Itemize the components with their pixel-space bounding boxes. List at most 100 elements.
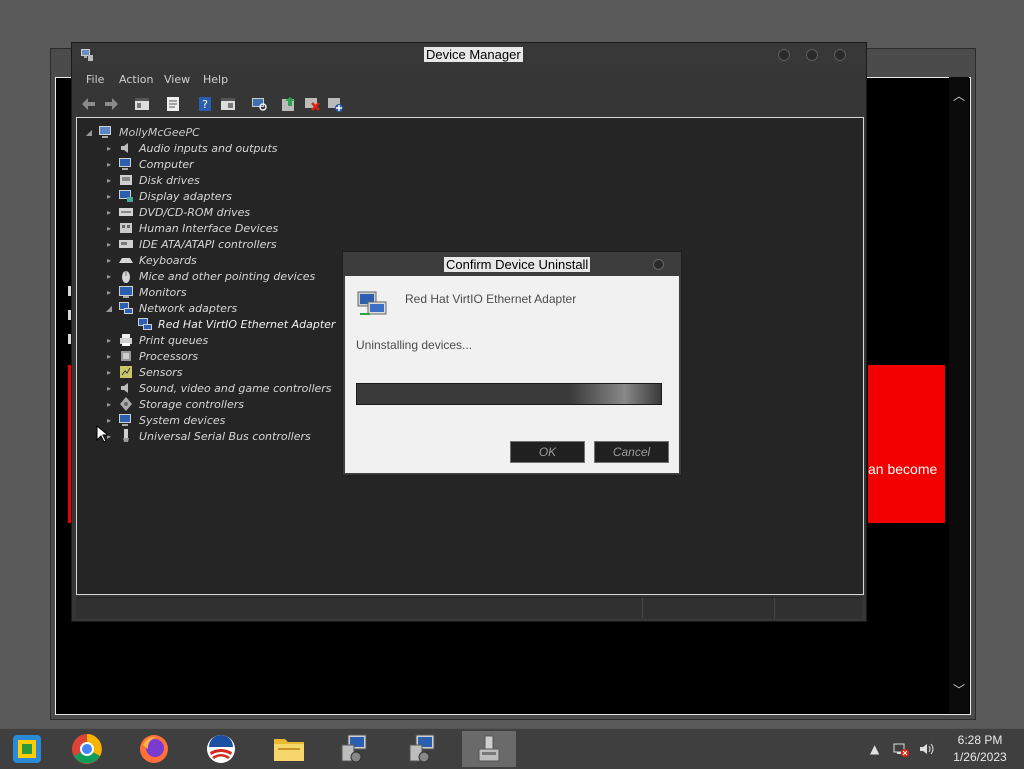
maximize-button[interactable] bbox=[806, 49, 818, 61]
ok-button[interactable]: OK bbox=[510, 441, 585, 463]
taskbar-obama-app[interactable] bbox=[194, 731, 248, 767]
expand-arrow-icon[interactable]: ▸ bbox=[103, 416, 115, 425]
expand-arrow-icon[interactable]: ▸ bbox=[103, 368, 115, 377]
expand-arrow-icon[interactable]: ▸ bbox=[103, 192, 115, 201]
dialog-title: Confirm Device Uninstall bbox=[444, 257, 591, 272]
scan-hardware-icon[interactable] bbox=[250, 95, 268, 113]
menu-view[interactable]: View bbox=[164, 73, 190, 86]
tree-item-label: Keyboards bbox=[139, 253, 197, 267]
tree-item-ide[interactable]: ▸ IDE ATA/ATAPI controllers bbox=[103, 236, 277, 252]
taskbar-chrome[interactable] bbox=[60, 731, 114, 767]
tree-item-sound[interactable]: ▸ Sound, video and game controllers bbox=[103, 380, 332, 396]
red-banner-text: an become bbox=[868, 461, 938, 477]
expand-arrow-icon[interactable]: ▸ bbox=[103, 384, 115, 393]
network-icon bbox=[119, 302, 133, 314]
system-clock[interactable]: 6:28 PM 1/26/2023 bbox=[940, 732, 1020, 766]
tree-item-mice[interactable]: ▸ Mice and other pointing devices bbox=[103, 268, 315, 284]
dialog-close-button[interactable] bbox=[653, 259, 664, 270]
tree-item-usb[interactable]: ▸ Universal Serial Bus controllers bbox=[103, 428, 311, 444]
show-hidden-icons-button[interactable]: ▲ bbox=[870, 729, 879, 769]
expand-arrow-icon[interactable]: ▸ bbox=[103, 400, 115, 409]
device-manager-icon bbox=[341, 734, 367, 763]
expand-arrow-icon[interactable]: ▸ bbox=[103, 144, 115, 153]
status-bar bbox=[76, 597, 862, 618]
help-icon[interactable]: ? bbox=[196, 95, 214, 113]
tree-item-keyboards[interactable]: ▸ Keyboards bbox=[103, 252, 197, 268]
scroll-down-icon[interactable]: ﹀ bbox=[949, 681, 969, 697]
tree-item-label: Display adapters bbox=[139, 189, 232, 203]
expand-arrow-icon[interactable]: ▸ bbox=[103, 224, 115, 233]
tree-item-hid[interactable]: ▸ Human Interface Devices bbox=[103, 220, 278, 236]
minimize-button[interactable] bbox=[778, 49, 790, 61]
speaker-icon bbox=[121, 383, 128, 393]
tree-item-system-devices[interactable]: ▸ System devices bbox=[103, 412, 225, 428]
tree-item-display-adapters[interactable]: ▸ Display adapters bbox=[103, 188, 232, 204]
forward-arrow-icon[interactable] bbox=[102, 95, 120, 113]
tree-root[interactable]: ◢ MollyMcGeePC bbox=[83, 124, 200, 140]
device-name-label: Red Hat VirtIO Ethernet Adapter bbox=[405, 292, 577, 306]
tree-item-storage[interactable]: ▸ Storage controllers bbox=[103, 396, 244, 412]
title-bar[interactable]: Device Manager bbox=[72, 43, 866, 67]
tree-item-dvd[interactable]: ▸ DVD/CD-ROM drives bbox=[103, 204, 250, 220]
tree-item-label: Universal Serial Bus controllers bbox=[139, 429, 311, 443]
expand-arrow-icon[interactable]: ▸ bbox=[103, 176, 115, 185]
collapse-arrow-icon[interactable]: ◢ bbox=[83, 128, 95, 137]
close-button[interactable] bbox=[834, 49, 846, 61]
expand-arrow-icon[interactable]: ▸ bbox=[103, 288, 115, 297]
network-error-icon bbox=[893, 743, 909, 757]
tree-item-label: Computer bbox=[139, 157, 194, 171]
menu-help[interactable]: Help bbox=[203, 73, 228, 86]
device-manager-icon bbox=[409, 734, 435, 763]
taskbar-device-manager-2[interactable] bbox=[396, 731, 450, 767]
tree-item-processors[interactable]: ▸ Processors bbox=[103, 348, 198, 364]
scroll-up-icon[interactable]: ︿ bbox=[949, 87, 969, 103]
tree-item-network-adapters[interactable]: ◢ Network adapters bbox=[103, 300, 237, 316]
cancel-button[interactable]: Cancel bbox=[594, 441, 669, 463]
usb-icon bbox=[123, 429, 129, 442]
menu-action[interactable]: Action bbox=[119, 73, 153, 86]
system-icon bbox=[119, 414, 131, 426]
expand-arrow-icon[interactable]: ▸ bbox=[103, 256, 115, 265]
console-tree-icon[interactable] bbox=[133, 95, 151, 113]
tree-item-red-hat-virtio[interactable]: Red Hat VirtIO Ethernet Adapter bbox=[122, 316, 335, 332]
ide-icon bbox=[119, 240, 133, 248]
properties-icon[interactable] bbox=[164, 95, 182, 113]
network-status[interactable] bbox=[892, 729, 910, 769]
tree-item-label: Red Hat VirtIO Ethernet Adapter bbox=[158, 317, 336, 331]
network-adapter-icon bbox=[357, 291, 387, 315]
expand-arrow-icon[interactable]: ▸ bbox=[103, 352, 115, 361]
expand-arrow-icon[interactable]: ▸ bbox=[103, 336, 115, 345]
volume-control[interactable] bbox=[918, 729, 936, 769]
add-legacy-icon[interactable] bbox=[326, 95, 344, 113]
tree-item-computer[interactable]: ▸ Computer bbox=[103, 156, 194, 172]
tree-item-label: Network adapters bbox=[139, 301, 238, 315]
taskbar-firefox[interactable] bbox=[127, 731, 181, 767]
obama-logo-icon bbox=[207, 735, 235, 763]
printer-icon bbox=[120, 334, 132, 346]
tree-item-sensors[interactable]: ▸ Sensors bbox=[103, 364, 182, 380]
tree-item-disk-drives[interactable]: ▸ Disk drives bbox=[103, 172, 200, 188]
back-arrow-icon[interactable] bbox=[80, 95, 98, 113]
menu-file[interactable]: File bbox=[86, 73, 104, 86]
expand-arrow-icon[interactable]: ▸ bbox=[103, 272, 115, 281]
vertical-scrollbar[interactable]: ︿ ﹀ bbox=[949, 77, 969, 713]
tree-item-print-queues[interactable]: ▸ Print queues bbox=[103, 332, 208, 348]
uninstall-device-icon[interactable] bbox=[303, 95, 321, 113]
tree-item-monitors[interactable]: ▸ Monitors bbox=[103, 284, 187, 300]
expand-arrow-icon[interactable]: ▸ bbox=[103, 160, 115, 169]
processor-icon bbox=[121, 351, 131, 361]
dialog-body: Red Hat VirtIO Ethernet Adapter Uninstal… bbox=[345, 276, 679, 473]
view-icon[interactable] bbox=[219, 95, 237, 113]
start-orb-icon bbox=[13, 735, 41, 763]
taskbar-uninstall-dialog[interactable] bbox=[462, 731, 516, 767]
update-driver-icon[interactable] bbox=[280, 95, 298, 113]
expand-arrow-icon[interactable]: ▸ bbox=[103, 240, 115, 249]
tree-item-audio[interactable]: ▸ Audio inputs and outputs bbox=[103, 140, 278, 156]
start-button[interactable] bbox=[0, 731, 54, 767]
disk-icon bbox=[120, 175, 132, 185]
expand-arrow-icon[interactable]: ▸ bbox=[103, 208, 115, 217]
computer-icon bbox=[119, 158, 131, 170]
collapse-arrow-icon[interactable]: ◢ bbox=[103, 304, 115, 313]
taskbar-device-manager-1[interactable] bbox=[328, 731, 382, 767]
taskbar-file-explorer[interactable] bbox=[262, 731, 316, 767]
